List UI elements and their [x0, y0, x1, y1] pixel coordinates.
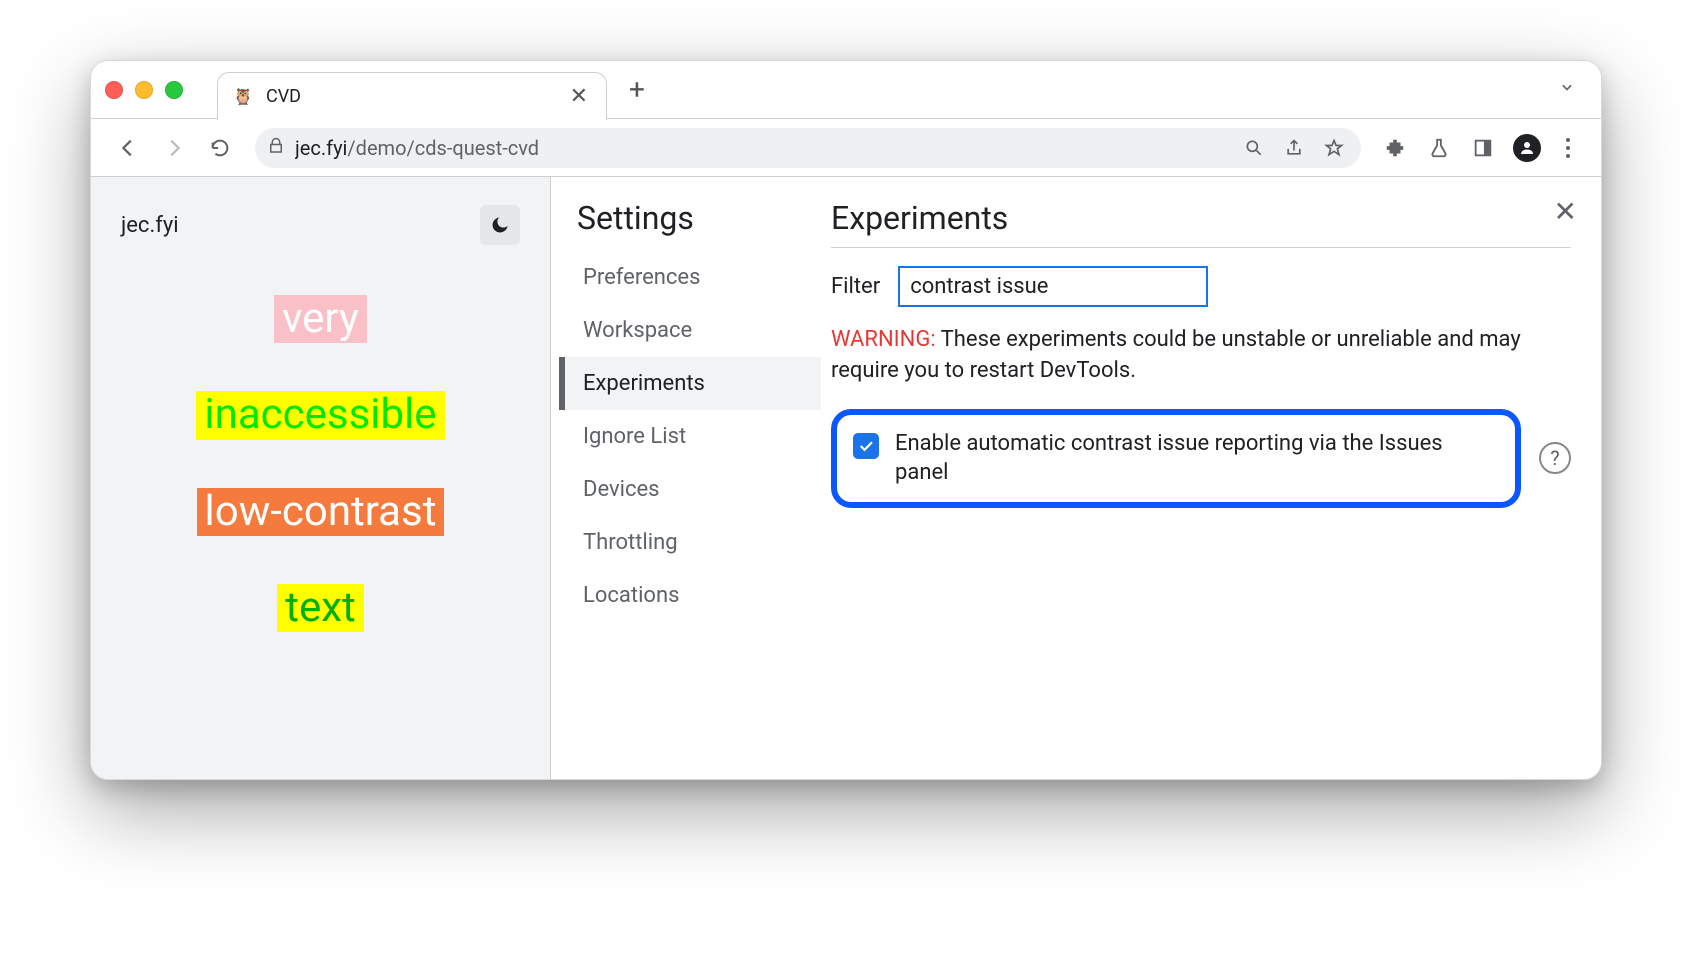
- window-maximize-button[interactable]: [165, 81, 183, 99]
- window-close-button[interactable]: [105, 81, 123, 99]
- demo-word: low-contrast: [197, 488, 445, 536]
- back-button[interactable]: [109, 129, 147, 167]
- devtools-close-icon[interactable]: ✕: [1554, 195, 1577, 228]
- tab-close-icon[interactable]: ✕: [570, 84, 588, 109]
- nav-locations[interactable]: Locations: [559, 569, 821, 622]
- extensions-icon[interactable]: [1377, 130, 1413, 166]
- demo-text: very inaccessible low-contrast text: [91, 285, 550, 632]
- nav-throttling[interactable]: Throttling: [559, 516, 821, 569]
- nav-workspace[interactable]: Workspace: [559, 304, 821, 357]
- filter-row: Filter: [831, 266, 1571, 307]
- demo-word: text: [277, 584, 364, 632]
- traffic-lights: [105, 81, 183, 99]
- panel-title: Experiments: [831, 199, 1571, 237]
- nav-experiments[interactable]: Experiments: [559, 357, 821, 410]
- experiment-checkbox[interactable]: [853, 433, 879, 459]
- divider: [831, 247, 1571, 248]
- devtools-panel: ✕ Settings Preferences Workspace Experim…: [551, 177, 1601, 779]
- profile-avatar[interactable]: [1509, 130, 1545, 166]
- reload-button[interactable]: [201, 129, 239, 167]
- zoom-icon[interactable]: [1239, 137, 1269, 158]
- settings-sidebar: Settings Preferences Workspace Experimen…: [551, 177, 821, 779]
- content-area: jec.fyi very inaccessible low-contrast t…: [91, 177, 1601, 779]
- bookmark-star-icon[interactable]: [1319, 137, 1349, 158]
- theme-toggle-button[interactable]: [480, 205, 520, 245]
- experiment-row: Enable automatic contrast issue reportin…: [831, 409, 1521, 508]
- warning-text: WARNING: These experiments could be unst…: [831, 325, 1571, 387]
- nav-ignore-list[interactable]: Ignore List: [559, 410, 821, 463]
- nav-preferences[interactable]: Preferences: [559, 251, 821, 304]
- forward-button[interactable]: [155, 129, 193, 167]
- settings-content: Experiments Filter WARNING: These experi…: [821, 177, 1601, 779]
- browser-tab[interactable]: 🦉 CVD ✕: [217, 72, 607, 120]
- warning-label: WARNING:: [831, 327, 936, 352]
- sidepanel-icon[interactable]: [1465, 130, 1501, 166]
- labs-icon[interactable]: [1421, 130, 1457, 166]
- nav-devices[interactable]: Devices: [559, 463, 821, 516]
- share-icon[interactable]: [1279, 137, 1309, 158]
- filter-label: Filter: [831, 274, 880, 299]
- webpage: jec.fyi very inaccessible low-contrast t…: [91, 177, 551, 779]
- tab-favicon: 🦉: [232, 85, 254, 107]
- help-icon[interactable]: ?: [1539, 442, 1571, 474]
- tab-overflow-icon[interactable]: [1557, 77, 1587, 102]
- demo-word: very: [274, 295, 367, 343]
- check-icon: [857, 437, 875, 455]
- settings-heading: Settings: [559, 199, 821, 251]
- filter-input[interactable]: [898, 266, 1208, 307]
- toolbar: jec.fyi/demo/cds-quest-cvd: [91, 119, 1601, 177]
- lock-icon: [267, 137, 285, 159]
- experiment-label: Enable automatic contrast issue reportin…: [895, 429, 1495, 488]
- new-tab-button[interactable]: +: [629, 73, 645, 106]
- browser-window: 🦉 CVD ✕ + jec.fyi/demo/cds-quest-cvd: [90, 60, 1602, 780]
- menu-button[interactable]: [1553, 138, 1583, 158]
- url-text: jec.fyi/demo/cds-quest-cvd: [295, 136, 1229, 160]
- tab-title: CVD: [266, 86, 558, 107]
- page-logo[interactable]: jec.fyi: [121, 213, 179, 238]
- address-bar[interactable]: jec.fyi/demo/cds-quest-cvd: [255, 128, 1361, 168]
- window-minimize-button[interactable]: [135, 81, 153, 99]
- titlebar: 🦉 CVD ✕ +: [91, 61, 1601, 119]
- moon-icon: [490, 215, 510, 235]
- demo-word: inaccessible: [196, 391, 444, 439]
